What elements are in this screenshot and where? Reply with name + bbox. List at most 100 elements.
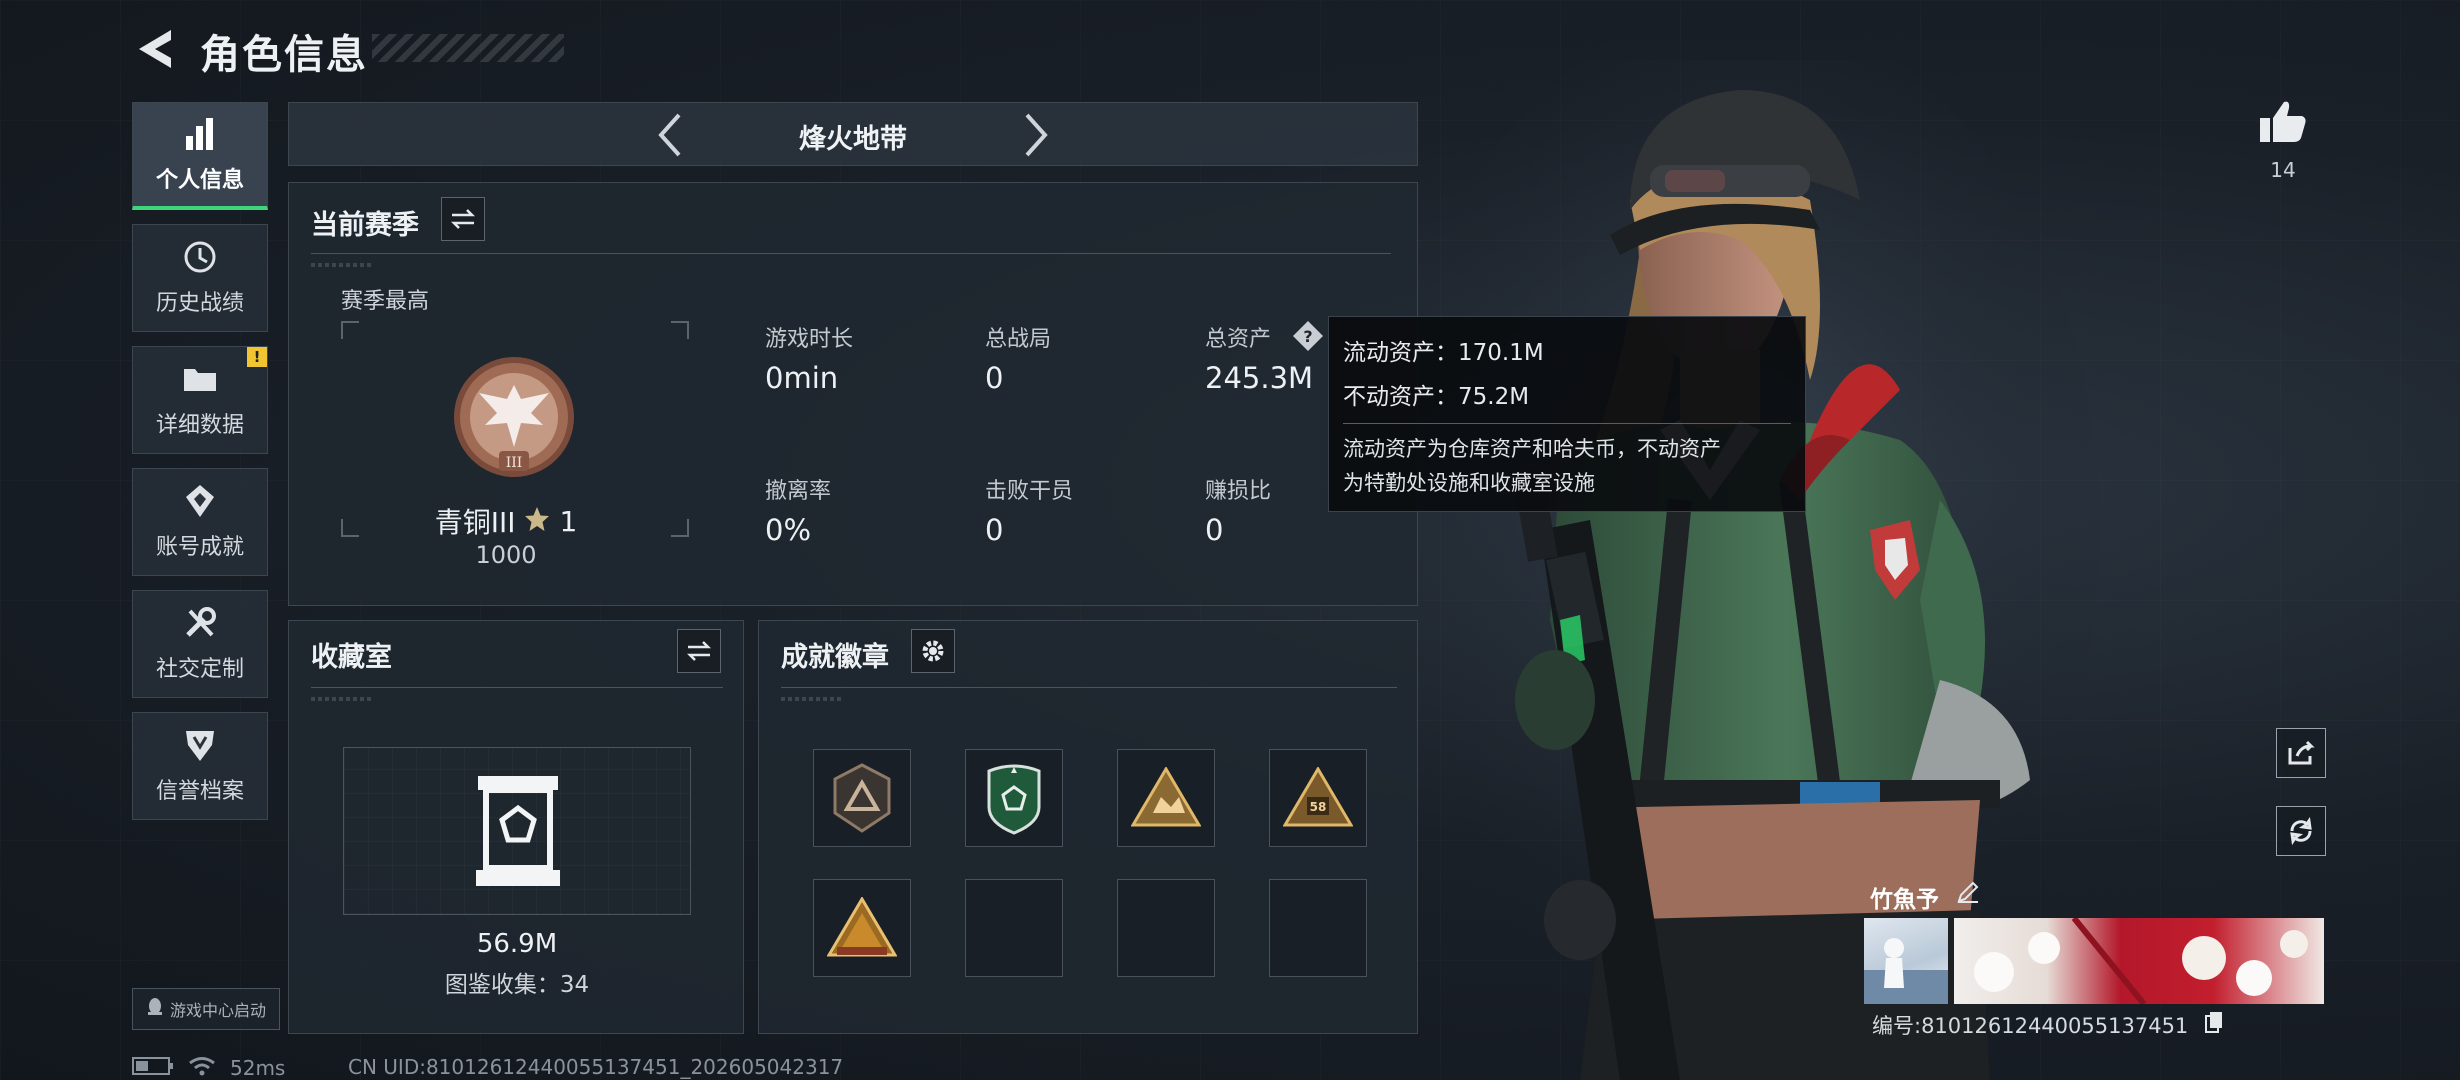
rank-name: 青铜III <box>434 506 516 539</box>
status-bar: 52ms <box>132 1056 285 1080</box>
asset-tooltip: 流动资产：170.1M 不动资产：75.2M 流动资产为仓库资产和哈夫币，不动资… <box>1328 316 1806 512</box>
game-center-button[interactable]: 游戏中心启动 <box>132 988 280 1030</box>
title-decoration <box>372 34 564 62</box>
collection-display[interactable] <box>343 747 691 915</box>
divider <box>311 687 723 688</box>
pencil-icon <box>1957 881 1979 903</box>
season-switch-button[interactable] <box>441 197 485 241</box>
nav-detailed-data[interactable]: 详细数据 ! <box>132 346 268 454</box>
chevron-right-icon <box>1025 113 1048 157</box>
edit-name-button[interactable] <box>1956 880 1980 908</box>
green-shield-badge-icon <box>987 764 1041 835</box>
badge-slot[interactable] <box>965 749 1063 847</box>
stat-label: 总战局 <box>985 327 1052 352</box>
uid-text: CN UID:81012612440055137451_202605042317 <box>348 1055 844 1079</box>
badge-slot-empty[interactable] <box>965 879 1063 977</box>
stat-label: 击败干员 <box>985 479 1074 504</box>
nav-social-custom[interactable]: 社交定制 <box>132 590 268 698</box>
swap-icon <box>686 641 712 661</box>
stat-label: 总资产 <box>1205 327 1272 352</box>
tooltip-note: 流动资产为仓库资产和哈夫币，不动资产 <box>1343 437 1721 461</box>
bar-chart-icon <box>182 116 218 152</box>
season-panel: 当前赛季 赛季最高 III 青铜III 1 1000 游戏时长 0min 总战局… <box>288 182 1418 606</box>
collection-switch-button[interactable] <box>677 629 721 673</box>
nav-label: 信誉档案 <box>155 779 244 804</box>
refresh-icon <box>2290 817 2312 845</box>
badge-slot[interactable] <box>813 879 911 977</box>
decoration <box>781 697 841 701</box>
stat-value: 0min <box>765 361 839 395</box>
alert-badge: ! <box>247 347 267 367</box>
nav-credit-record[interactable]: 信誉档案 <box>132 712 268 820</box>
shield-icon <box>182 727 218 763</box>
badge-slot-empty[interactable] <box>1269 879 1367 977</box>
badges-settings-button[interactable] <box>911 629 955 673</box>
share-icon <box>2288 740 2315 765</box>
like-button[interactable] <box>2258 98 2308 148</box>
stat-value: 0% <box>765 513 812 547</box>
badge-slot[interactable] <box>813 749 911 847</box>
frame-corner <box>671 321 689 339</box>
swap-icon <box>450 209 476 229</box>
season-title: 当前赛季 <box>311 210 419 241</box>
stat-label: 赚损比 <box>1205 479 1272 504</box>
collection-title: 收藏室 <box>311 642 392 673</box>
game-center-label: 游戏中心启动 <box>169 1001 266 1020</box>
badges-title: 成就徽章 <box>781 642 889 673</box>
nav-history[interactable]: 历史战绩 <box>132 224 268 332</box>
stat-value: 0 <box>985 361 1004 395</box>
badges-panel: 成就徽章 58 <box>758 620 1418 1034</box>
like-count: 14 <box>2270 158 2296 182</box>
stat-value: 245.3M <box>1205 361 1314 395</box>
nav-label: 个人信息 <box>155 167 244 193</box>
tools-icon <box>182 605 218 641</box>
avatar[interactable] <box>1864 918 1948 1004</box>
nav-label: 账号成就 <box>155 535 244 560</box>
collection-panel: 收藏室 56.9M 图鉴收集：34 <box>288 620 744 1034</box>
decoration <box>311 697 371 701</box>
wifi-icon <box>188 1056 216 1080</box>
refresh-button[interactable] <box>2276 806 2326 856</box>
help-icon[interactable]: ? <box>1291 319 1325 357</box>
tooltip-liquid-assets: 流动资产：170.1M <box>1343 340 1544 366</box>
divider <box>311 253 1391 254</box>
back-button[interactable] <box>130 26 180 72</box>
bronze-triangle-badge-icon <box>833 763 891 833</box>
history-icon <box>182 239 218 275</box>
stat-label: 撤离率 <box>765 479 832 504</box>
display-case-icon <box>472 774 564 892</box>
nav-achievements[interactable]: 账号成就 <box>132 468 268 576</box>
badge-slot[interactable] <box>1117 749 1215 847</box>
rank-emblem-icon: III <box>449 347 579 491</box>
frame-corner <box>341 321 359 339</box>
name-card-banner[interactable] <box>1954 916 2324 1006</box>
tooltip-fixed-assets: 不动资产：75.2M <box>1343 384 1530 410</box>
player-id: 编号:81012612440055137451 <box>1872 1014 2189 1038</box>
nav-label: 历史战绩 <box>155 291 244 316</box>
frame-corner <box>671 519 689 537</box>
nav-label: 社交定制 <box>155 657 244 682</box>
ping-value: 52ms <box>230 1056 286 1080</box>
season-best-label: 赛季最高 <box>341 289 430 314</box>
mode-title: 烽火地带 <box>799 124 907 155</box>
copy-id-button[interactable] <box>2204 1010 2224 1038</box>
badge-slot[interactable]: 58 <box>1269 749 1367 847</box>
svg-text:III: III <box>506 455 523 471</box>
rank-points: 1000 <box>475 541 537 569</box>
star-icon <box>523 505 551 537</box>
flower-decoration-icon <box>1974 916 2308 1006</box>
stat-label: 游戏时长 <box>765 327 854 352</box>
share-button[interactable] <box>2276 728 2326 778</box>
badge-slot-empty[interactable] <box>1117 879 1215 977</box>
badge-58-text: 58 <box>1310 800 1327 814</box>
decoration <box>311 263 371 267</box>
back-arrow-icon <box>139 30 171 68</box>
player-name: 竹魚予 <box>1870 887 1939 913</box>
gold-58-badge-icon: 58 <box>1283 767 1353 827</box>
achievement-icon <box>182 483 218 519</box>
gear-icon <box>922 640 944 662</box>
next-mode-button[interactable] <box>1013 111 1061 159</box>
mode-selector: 烽火地带 <box>288 102 1418 166</box>
nav-personal-info[interactable]: 个人信息 <box>132 102 268 210</box>
avatar-figure-icon <box>1864 938 1948 1004</box>
